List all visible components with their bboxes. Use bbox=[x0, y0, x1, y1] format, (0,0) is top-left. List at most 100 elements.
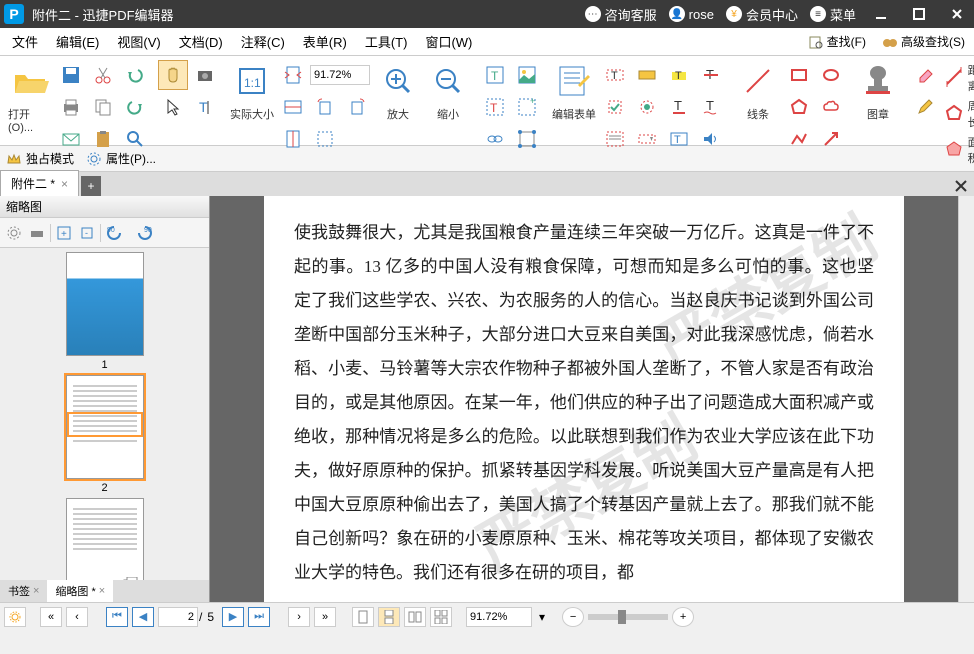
options-button[interactable] bbox=[4, 607, 26, 627]
edit-image-button[interactable] bbox=[512, 60, 542, 90]
fit-width-button[interactable] bbox=[278, 92, 308, 122]
menu-edit[interactable]: 编辑(E) bbox=[48, 28, 107, 55]
side-gear-button[interactable] bbox=[4, 223, 24, 243]
text-box-button[interactable]: T bbox=[664, 124, 694, 154]
advanced-find-button[interactable]: 高级查找(S) bbox=[877, 30, 970, 53]
perimeter-button[interactable] bbox=[942, 98, 966, 128]
edit-text-button[interactable]: T bbox=[480, 60, 510, 90]
first-arrow-button[interactable]: « bbox=[40, 607, 62, 627]
line-button[interactable] bbox=[737, 60, 779, 102]
document-scroll[interactable]: 严禁复制 严禁复制 使我鼓舞很大，尤其是我国粮食产量连续三年突破一万亿斤。这真是… bbox=[210, 196, 958, 602]
find-button[interactable]: 查找(F) bbox=[803, 30, 871, 53]
rotate-left-button[interactable] bbox=[310, 92, 340, 122]
menu-form[interactable]: 表单(R) bbox=[295, 28, 355, 55]
oval-button[interactable] bbox=[816, 60, 846, 90]
consult-button[interactable]: ⋯ 咨询客服 bbox=[585, 5, 657, 24]
text-field-button[interactable]: T bbox=[600, 60, 630, 90]
menu-file[interactable]: 文件 bbox=[4, 28, 46, 55]
zoom-in-status-button[interactable]: + bbox=[672, 607, 694, 627]
zoom-slider[interactable] bbox=[588, 614, 668, 620]
add-text-button[interactable]: T bbox=[480, 92, 510, 122]
last-arrow-button[interactable]: » bbox=[314, 607, 336, 627]
menu-button[interactable]: ≡ 菜单 bbox=[810, 5, 856, 24]
first-page-button[interactable]: ⏮ bbox=[106, 607, 128, 627]
highlight-button[interactable]: T bbox=[664, 60, 694, 90]
print-button[interactable] bbox=[56, 92, 86, 122]
text-select-tool[interactable]: T bbox=[190, 92, 220, 122]
zoom-in-button[interactable] bbox=[377, 60, 419, 102]
doc-close-button[interactable] bbox=[948, 176, 974, 196]
user-button[interactable]: 👤 rose bbox=[669, 6, 714, 22]
open-button[interactable] bbox=[9, 60, 51, 102]
facing-button[interactable] bbox=[404, 607, 426, 627]
new-tab-button[interactable]: + bbox=[81, 176, 101, 196]
menu-tool[interactable]: 工具(T) bbox=[357, 28, 416, 55]
fit-height-button[interactable] bbox=[278, 124, 308, 154]
next-page-button[interactable]: ▶ bbox=[222, 607, 244, 627]
pencil-button[interactable] bbox=[910, 92, 940, 122]
snapshot-tool[interactable] bbox=[190, 60, 220, 90]
checkbox-button[interactable] bbox=[600, 92, 630, 122]
zoom-combo[interactable] bbox=[310, 65, 370, 85]
polyline-button[interactable] bbox=[784, 124, 814, 154]
bookmark-tab[interactable]: 书签 × bbox=[0, 580, 47, 602]
rotate-right-button[interactable] bbox=[342, 92, 372, 122]
thumbnail-tab[interactable]: 缩略图 * × bbox=[47, 580, 113, 602]
shrink-thumb-button[interactable]: - bbox=[77, 223, 97, 243]
close-icon[interactable]: × bbox=[33, 585, 39, 597]
minimize-button[interactable] bbox=[868, 4, 894, 24]
exclusive-mode-button[interactable]: 独占模式 bbox=[6, 150, 74, 167]
menu-document[interactable]: 文档(D) bbox=[171, 28, 231, 55]
thumbnail-2[interactable]: 2 bbox=[66, 375, 144, 494]
zoom-out-button[interactable] bbox=[427, 60, 469, 102]
single-page-button[interactable] bbox=[352, 607, 374, 627]
select-tool[interactable] bbox=[158, 92, 188, 122]
close-tab-icon[interactable]: × bbox=[61, 177, 68, 191]
thumbnail-3[interactable] bbox=[66, 498, 144, 580]
maximize-button[interactable] bbox=[906, 4, 932, 24]
facing-continuous-button[interactable] bbox=[430, 607, 452, 627]
area-button[interactable] bbox=[942, 134, 966, 164]
rotate-thumb-right-button[interactable]: 90 bbox=[131, 223, 155, 243]
doc-tab[interactable]: 附件二 * × bbox=[0, 170, 79, 196]
actual-size-button[interactable]: 1:1 bbox=[231, 60, 273, 102]
polygon-button[interactable] bbox=[784, 92, 814, 122]
push-button-button[interactable] bbox=[632, 60, 662, 90]
close-button[interactable] bbox=[944, 4, 970, 24]
close-icon[interactable]: × bbox=[99, 585, 105, 597]
enlarge-thumb-button[interactable]: + bbox=[54, 223, 74, 243]
edit-object-button[interactable] bbox=[512, 124, 542, 154]
add-image-button[interactable]: + bbox=[512, 92, 542, 122]
thumbnail-1[interactable]: 1 bbox=[66, 252, 144, 371]
fit-page-button[interactable] bbox=[278, 60, 308, 90]
eraser-button[interactable] bbox=[910, 60, 940, 90]
combobox-button[interactable] bbox=[632, 124, 662, 154]
prev-page-button[interactable]: ◀ bbox=[132, 607, 154, 627]
underline-button[interactable]: T bbox=[664, 92, 694, 122]
strikeout-button[interactable]: T bbox=[696, 60, 726, 90]
last-page-button[interactable]: ⏭ bbox=[248, 607, 270, 627]
continuous-button[interactable] bbox=[378, 607, 400, 627]
menu-comment[interactable]: 注释(C) bbox=[233, 28, 293, 55]
save-button[interactable] bbox=[56, 60, 86, 90]
squiggly-button[interactable]: T bbox=[696, 92, 726, 122]
cloud-button[interactable] bbox=[816, 92, 846, 122]
edit-form-button[interactable] bbox=[553, 60, 595, 102]
zoom-dropdown-icon[interactable]: ▾ bbox=[536, 610, 548, 624]
menu-view[interactable]: 视图(V) bbox=[109, 28, 168, 55]
vertical-scrollbar[interactable] bbox=[958, 196, 974, 602]
marquee-zoom-button[interactable] bbox=[310, 124, 340, 154]
rotate-thumb-left-button[interactable]: 90 bbox=[104, 223, 128, 243]
listbox-button[interactable] bbox=[600, 124, 630, 154]
sound-button[interactable] bbox=[696, 124, 726, 154]
radio-button[interactable] bbox=[632, 92, 662, 122]
next-arrow-button[interactable]: › bbox=[288, 607, 310, 627]
cut-button[interactable] bbox=[88, 60, 118, 90]
undo-button[interactable] bbox=[120, 60, 150, 90]
hand-tool[interactable] bbox=[158, 60, 188, 90]
zoom-status-combo[interactable] bbox=[466, 607, 532, 627]
copy-button[interactable] bbox=[88, 92, 118, 122]
link-button[interactable] bbox=[480, 124, 510, 154]
distance-button[interactable] bbox=[942, 62, 966, 92]
member-button[interactable]: ¥ 会员中心 bbox=[726, 5, 798, 24]
